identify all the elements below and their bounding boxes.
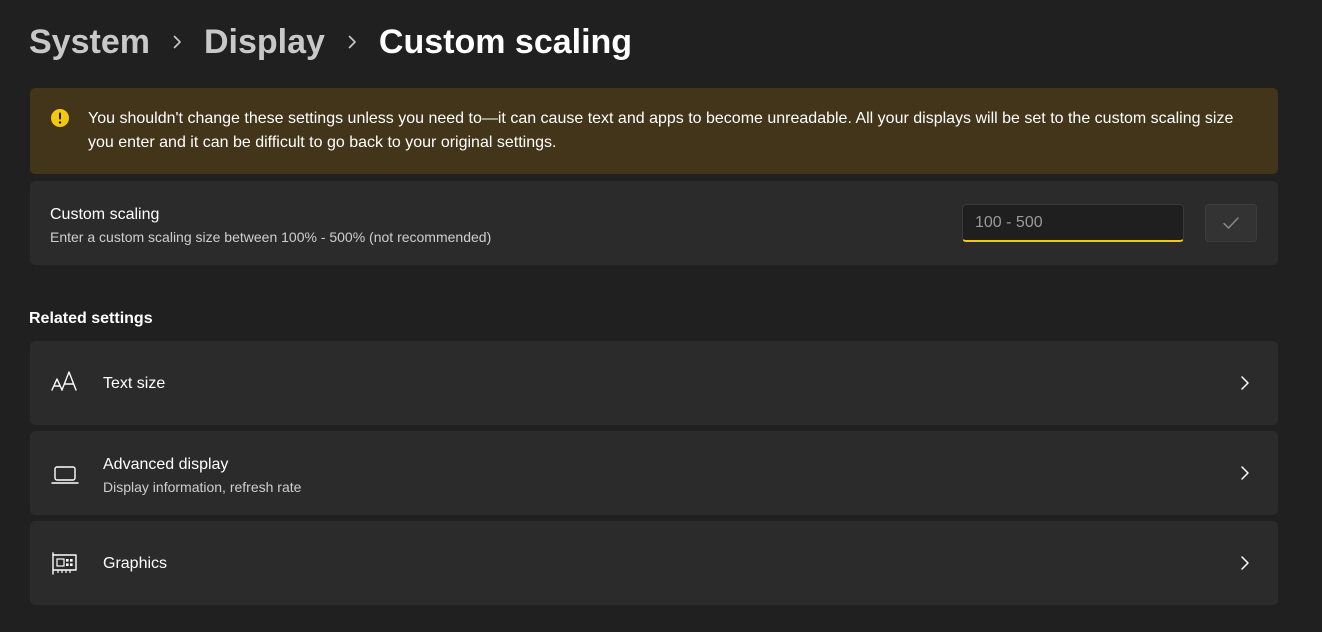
related-settings-heading: Related settings	[29, 310, 153, 327]
warning-banner: You shouldn't change these settings unle…	[30, 88, 1278, 174]
related-item-title: Text size	[103, 375, 166, 392]
warning-icon	[50, 108, 70, 128]
warning-text: You shouldn't change these settings unle…	[88, 110, 1234, 151]
custom-scaling-input[interactable]	[962, 204, 1184, 242]
chevron-right-icon	[325, 35, 379, 49]
laptop-icon	[50, 459, 80, 487]
apply-scaling-button[interactable]	[1205, 204, 1257, 242]
chevron-right-icon	[1238, 375, 1252, 391]
chevron-right-icon	[1238, 465, 1252, 481]
custom-scaling-card: Custom scaling Enter a custom scaling si…	[30, 181, 1278, 265]
related-item-subtitle: Display information, refresh rate	[103, 479, 302, 495]
chevron-right-icon	[150, 35, 204, 49]
related-item-title: Graphics	[103, 555, 168, 572]
graphics-card-icon	[50, 549, 80, 577]
related-item-text-size[interactable]: Text size	[30, 341, 1278, 425]
related-item-title: Advanced display	[103, 456, 229, 473]
chevron-right-icon	[1238, 555, 1252, 571]
page-title: Custom scaling	[378, 22, 633, 61]
related-item-advanced-display[interactable]: Advanced display Display information, re…	[30, 431, 1278, 515]
breadcrumb-display[interactable]: Display	[204, 23, 325, 62]
breadcrumb-system[interactable]: System	[29, 23, 150, 62]
related-item-graphics[interactable]: Graphics	[30, 521, 1278, 605]
checkmark-icon	[1223, 217, 1239, 229]
text-size-icon	[50, 369, 80, 397]
custom-scaling-title: Custom scaling	[50, 206, 160, 223]
breadcrumb: System Display Custom scaling	[29, 20, 632, 64]
custom-scaling-description: Enter a custom scaling size between 100%…	[50, 229, 492, 245]
